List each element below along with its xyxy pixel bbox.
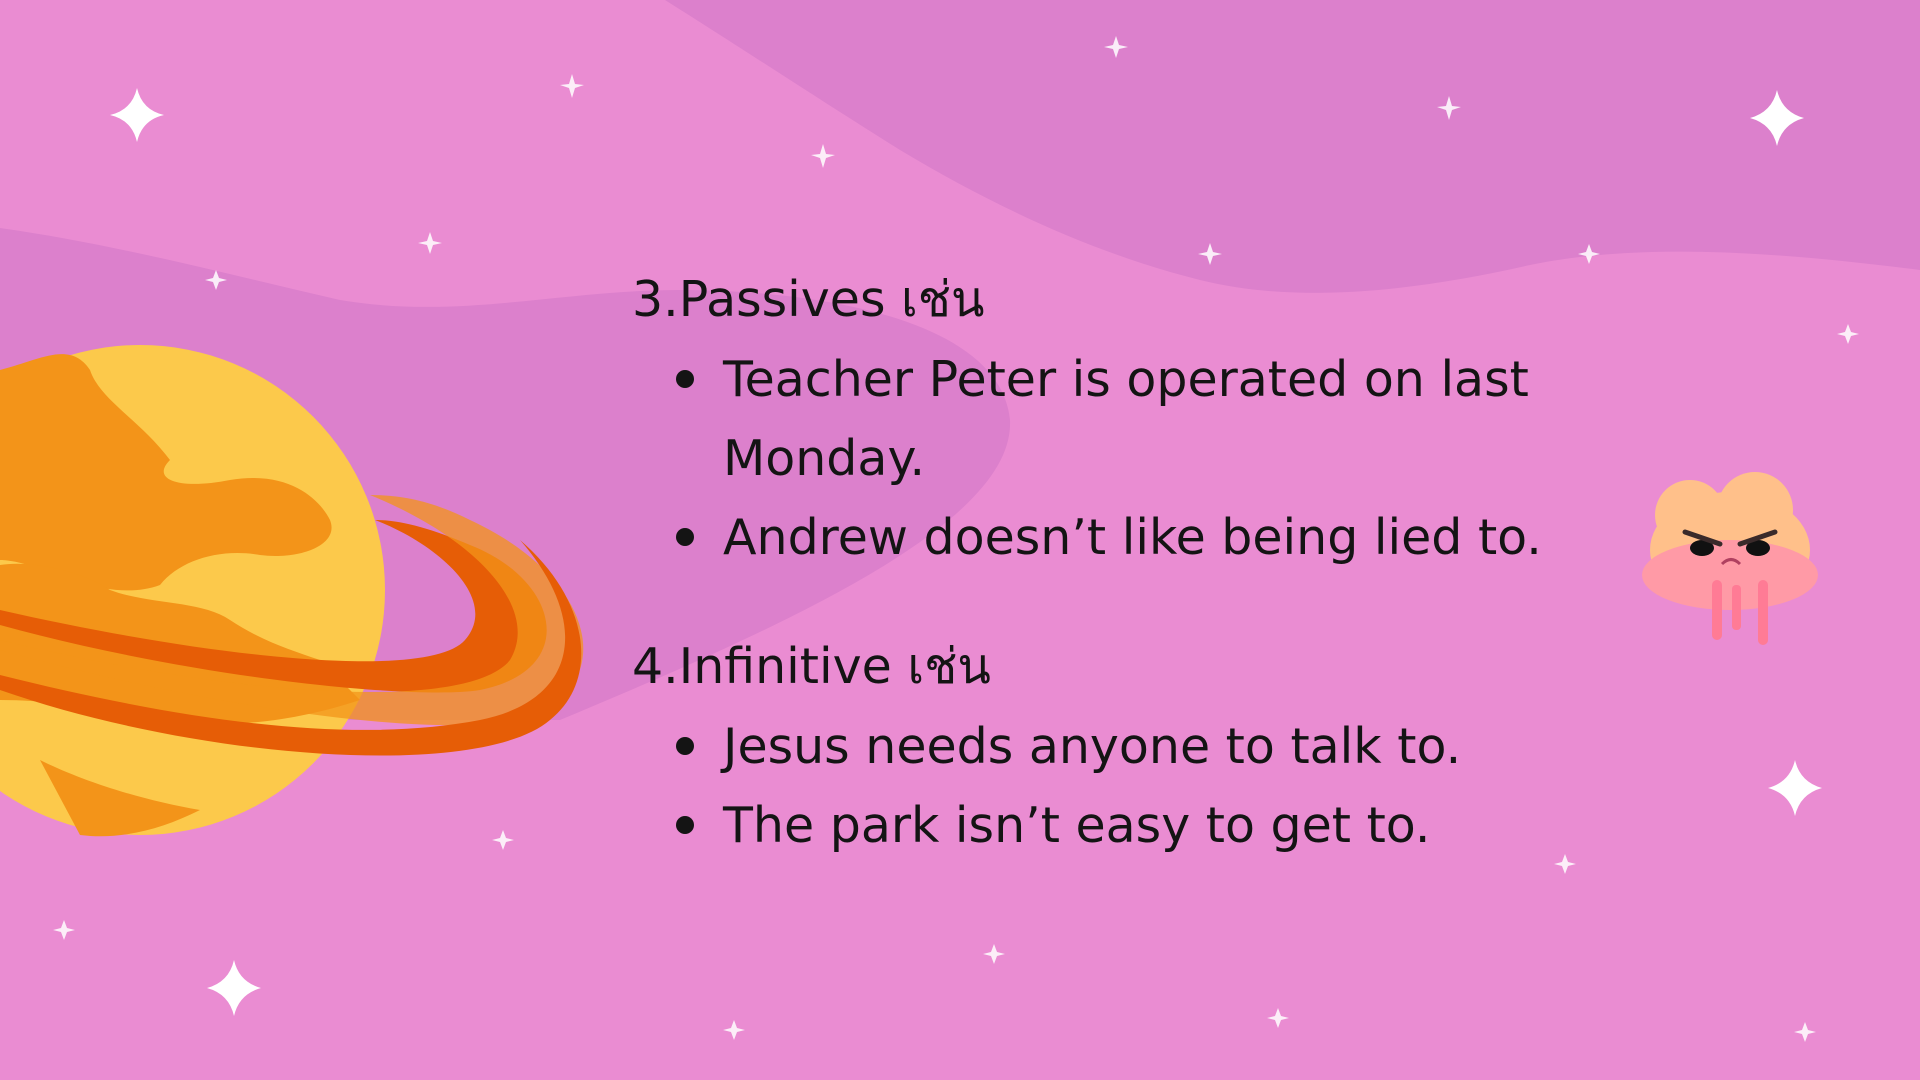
list-item-text: The park isn’t easy to get to. xyxy=(723,797,1431,854)
list-item: Jesus needs anyone to talk to. xyxy=(676,707,1563,786)
list-item: Teacher Peter is operated on last Monday… xyxy=(676,340,1563,498)
background-wave-top xyxy=(665,0,1920,293)
list-item: Andrew doesn’t like being lied to. xyxy=(676,498,1563,577)
bullet-icon xyxy=(676,528,694,546)
section-heading-passives: 3.Passives เช่น xyxy=(632,271,985,328)
list-item: The park isn’t easy to get to. xyxy=(676,786,1563,865)
bullet-icon xyxy=(676,816,694,834)
list-item-text: Teacher Peter is operated on last Monday… xyxy=(723,351,1529,487)
list-item-text: Jesus needs anyone to talk to. xyxy=(723,718,1462,775)
list-item-text: Andrew doesn’t like being lied to. xyxy=(723,509,1542,566)
bullet-icon xyxy=(676,737,694,755)
section-heading-infinitive: 4.Infinitive เช่น xyxy=(632,638,991,695)
infinitive-list: Jesus needs anyone to talk to. The park … xyxy=(676,707,1632,865)
slide-content: 3.Passives เช่น Teacher Peter is operate… xyxy=(632,260,1632,865)
passives-list: Teacher Peter is operated on last Monday… xyxy=(676,340,1632,577)
bullet-icon xyxy=(676,370,694,388)
angry-cloud-icon xyxy=(1642,472,1818,645)
slide: 3.Passives เช่น Teacher Peter is operate… xyxy=(0,0,1920,1080)
